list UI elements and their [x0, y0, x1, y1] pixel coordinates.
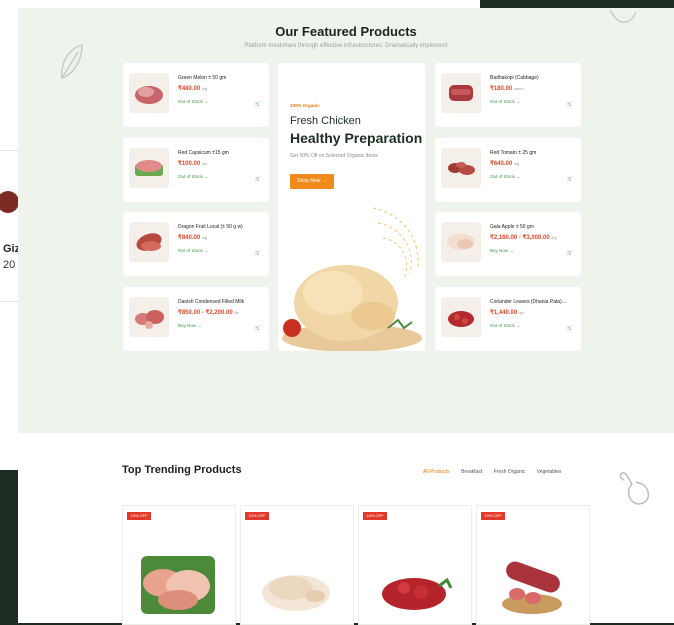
discount-badge: 10% OFF [127, 512, 151, 520]
product-price: ₹100.00 /pc [178, 161, 208, 167]
product-name[interactable]: Badhakopi (Cabbage) [490, 75, 580, 81]
promo-headline-bold: Healthy Preparation [290, 130, 423, 146]
filter-tab-all[interactable]: All Products [423, 469, 450, 475]
cart-icon[interactable]: 🛒 [255, 101, 261, 107]
product-image [382, 577, 453, 610]
product-image [441, 222, 481, 262]
cart-icon[interactable]: 🛒 [567, 250, 573, 256]
product-image [129, 148, 169, 188]
chicken-leg-outline-icon [619, 472, 650, 505]
discount-badge: 10% OFF [481, 512, 505, 520]
shop-now-button[interactable]: Shop Now → [290, 174, 334, 189]
promo-description: Get 50% Off on Selected Organic Items [290, 153, 378, 159]
product-image [141, 556, 215, 614]
product-image [129, 297, 169, 337]
promo-headline: Fresh Chicken [290, 115, 361, 127]
stock-link[interactable]: Out of Stock → [490, 174, 521, 179]
promo-banner: 100% Organic Fresh Chicken Healthy Prepa… [278, 63, 425, 351]
product-image [129, 222, 169, 262]
roast-chicken-image [282, 207, 422, 351]
product-name[interactable]: Red Tomato ± 25 gm [490, 150, 580, 156]
product-card[interactable]: Gala Apple ± 50 gm ₹2,160.00 - ₹3,000.00… [435, 212, 581, 276]
product-image [129, 73, 169, 113]
product-card[interactable]: Badhakopi (Cabbage) ₹180.00 /each Out of… [435, 63, 581, 127]
product-image [441, 297, 481, 337]
product-image [441, 73, 481, 113]
stock-link[interactable]: Buy Now → [490, 248, 514, 253]
promo-tag: 100% Organic [290, 103, 320, 108]
featured-subtitle: Platform mindshare through effective inf… [244, 43, 448, 49]
trending-product-card[interactable]: 10% OFF [122, 505, 236, 625]
featured-title: Our Featured Products [275, 24, 417, 39]
stock-link[interactable]: Buy Now → [178, 323, 202, 328]
filter-tab-breakfast[interactable]: Breakfast [461, 469, 482, 475]
product-name[interactable]: Gala Apple ± 50 gm [490, 224, 580, 230]
trending-product-card[interactable]: 10% OFF [240, 505, 354, 625]
product-name[interactable]: Coriander Leaves (Dhania Pata)... [490, 299, 580, 305]
cart-icon[interactable]: 🛒 [255, 176, 261, 182]
product-price: ₹640.00 /kg [490, 161, 520, 167]
stock-link[interactable]: Out of Stock → [178, 174, 209, 179]
trending-product-card[interactable]: 10% OFF [476, 505, 590, 625]
filter-tabs: All Products Breakfast Fresh Organic Veg… [423, 469, 571, 475]
product-price: ₹1,440.00 /pc [490, 310, 525, 316]
product-card[interactable]: Red Capsicum ±15 gm ₹100.00 /pc Out of S… [123, 138, 269, 202]
product-image [502, 561, 562, 614]
stock-link[interactable]: Out of Stock → [178, 99, 209, 104]
cart-icon[interactable]: 🛒 [567, 325, 573, 331]
filter-tab-fresh-organic[interactable]: Fresh Organic [494, 469, 526, 475]
torn-paper-divider [18, 404, 674, 418]
stock-link[interactable]: Out of Stock → [490, 99, 521, 104]
product-card[interactable]: Red Tomato ± 25 gm ₹640.00 /kg Out of St… [435, 138, 581, 202]
discount-badge: 10% OFF [363, 512, 387, 520]
main-panel: Our Featured Products Platform mindshare… [18, 8, 674, 625]
product-image [441, 148, 481, 188]
product-price: ₹480.00 /kg [178, 86, 208, 92]
product-price: ₹2,160.00 - ₹3,000.00 /kg [490, 235, 557, 241]
product-card[interactable]: Green Melon ± 50 gm ₹480.00 /kg Out of S… [123, 63, 269, 127]
cart-icon[interactable]: 🛒 [567, 176, 573, 182]
trending-title: Top Trending Products [122, 464, 242, 476]
product-name[interactable]: Danish Condensed Filled Milk [178, 299, 268, 305]
background-product-image [0, 191, 19, 213]
stock-link[interactable]: Out of Stock → [178, 248, 209, 253]
filter-tab-vegetables[interactable]: Vegetables [537, 469, 562, 475]
product-card[interactable]: Coriander Leaves (Dhania Pata)... ₹1,440… [435, 287, 581, 351]
cart-icon[interactable]: 🛒 [255, 250, 261, 256]
featured-section: Our Featured Products Platform mindshare… [18, 8, 674, 433]
product-image [262, 575, 330, 611]
product-price: ₹850.00 - ₹2,200.00 /ltr [178, 310, 239, 316]
cart-icon[interactable]: 🛒 [567, 101, 573, 107]
trending-product-card[interactable]: 10% OFF [358, 505, 472, 625]
product-card[interactable]: Danish Condensed Filled Milk ₹850.00 - ₹… [123, 287, 269, 351]
leaf-outline-icon [609, 9, 637, 23]
product-price: ₹180.00 /each [490, 86, 524, 92]
discount-badge: 10% OFF [245, 512, 269, 520]
product-name[interactable]: Green Melon ± 50 gm [178, 75, 268, 81]
cart-icon[interactable]: 🛒 [255, 325, 261, 331]
product-name[interactable]: Red Capsicum ±15 gm [178, 150, 268, 156]
stock-link[interactable]: Out of Stock → [490, 323, 521, 328]
leaf-outline-icon [61, 44, 83, 80]
product-price: ₹840.00 /kg [178, 235, 208, 241]
product-card[interactable]: Dragon Fruit Local (± 50 g w) ₹840.00 /k… [123, 212, 269, 276]
background-product-price: 20 [3, 259, 16, 271]
product-name[interactable]: Dragon Fruit Local (± 50 g w) [178, 224, 268, 230]
